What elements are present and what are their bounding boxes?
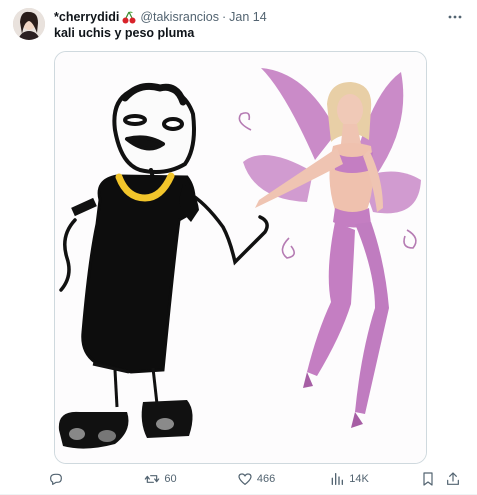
retweet-icon <box>145 475 160 483</box>
bookmark-icon <box>423 472 433 486</box>
views-count: 14K <box>349 473 369 485</box>
tweet-image[interactable] <box>54 51 427 464</box>
share-button[interactable] <box>445 471 465 487</box>
reply-button[interactable] <box>48 471 144 487</box>
cherry-icon <box>122 11 136 24</box>
like-button[interactable]: 466 <box>237 471 329 487</box>
views-button[interactable]: 14K <box>329 471 419 487</box>
like-count: 466 <box>256 473 276 485</box>
handle[interactable]: @takisrancios <box>140 10 219 24</box>
retweet-button[interactable]: 60 <box>144 471 236 487</box>
views-bar-chart-icon <box>331 473 344 485</box>
share-icon <box>447 472 460 485</box>
display-name[interactable]: *cherrydidi <box>54 10 119 24</box>
reply-icon <box>50 473 62 485</box>
more-dots-icon[interactable] <box>445 8 465 26</box>
heart-icon <box>238 473 252 485</box>
tweet[interactable]: *cherrydidi @takisrancios · Jan 14 kali … <box>0 0 477 495</box>
tweet-actions: 60 466 14K <box>48 468 465 490</box>
separator-dot: · <box>222 10 227 24</box>
retweet-count: 60 <box>164 473 177 485</box>
tweet-text: kali uchis y peso pluma <box>54 26 195 40</box>
tweet-header: *cherrydidi @takisrancios · Jan 14 <box>54 8 465 26</box>
tweet-date[interactable]: Jan 14 <box>229 10 267 24</box>
bookmark-button[interactable] <box>420 471 446 487</box>
avatar[interactable] <box>13 8 45 40</box>
